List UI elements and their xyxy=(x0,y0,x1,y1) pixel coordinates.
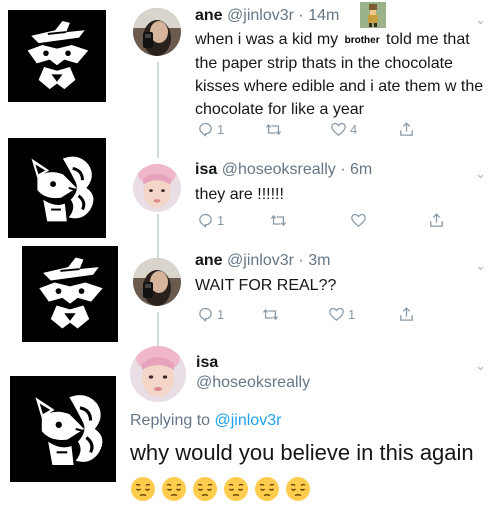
retweet-icon xyxy=(262,306,279,323)
like-button[interactable]: 4 xyxy=(330,121,357,138)
heart-icon xyxy=(328,306,345,323)
user-handle[interactable]: @jinlov3r xyxy=(227,7,294,24)
chevron-down-icon[interactable]: ⌄ xyxy=(475,358,486,374)
replying-to: Replying to @jinlov3r xyxy=(130,412,281,430)
thread-line xyxy=(157,62,159,158)
brother-badge: brother xyxy=(342,29,382,52)
masked-character-image xyxy=(22,246,118,342)
tweet-header: ane @jinlov3r · 3m xyxy=(195,252,330,270)
user-handle[interactable]: @hoseoksreally xyxy=(222,161,336,178)
chevron-down-icon[interactable]: ⌄ xyxy=(475,258,486,274)
avatar[interactable] xyxy=(133,258,181,306)
share-button[interactable] xyxy=(428,212,445,229)
share-icon xyxy=(398,306,415,323)
tweet-text: when i was a kid my brother told me that… xyxy=(195,28,495,121)
user-handle[interactable]: @jinlov3r xyxy=(227,252,294,269)
timestamp[interactable]: · 14m xyxy=(298,7,339,24)
chevron-down-icon[interactable]: ⌄ xyxy=(475,12,486,28)
share-icon xyxy=(428,212,445,229)
chevron-down-icon[interactable]: ⌄ xyxy=(475,166,486,182)
pensive-face-icon xyxy=(130,476,156,502)
pixel-sprite-image xyxy=(360,2,386,28)
retweet-icon xyxy=(270,212,287,229)
reply-icon xyxy=(197,306,214,323)
retweet-icon xyxy=(265,121,282,138)
like-button[interactable]: 1 xyxy=(328,306,355,323)
reply-button[interactable]: 1 xyxy=(197,121,224,138)
like-count: 4 xyxy=(350,122,358,137)
share-button[interactable] xyxy=(398,121,415,138)
retweet-button[interactable] xyxy=(265,121,282,138)
reply-count: 1 xyxy=(217,122,225,137)
tweet-text-part: when i was a kid my xyxy=(195,31,343,48)
timestamp[interactable]: · 3m xyxy=(298,252,330,269)
display-name-text: isa xyxy=(196,354,219,371)
avatar[interactable] xyxy=(133,8,181,56)
reply-icon xyxy=(197,121,214,138)
tweet-header: isa @hoseoksreally · 6m xyxy=(195,161,372,179)
reply-icon xyxy=(197,212,214,229)
pensive-face-icon xyxy=(192,476,218,502)
display-name[interactable]: ane xyxy=(195,252,223,269)
heart-icon xyxy=(350,212,367,229)
emoji-row xyxy=(130,476,311,502)
user-handle-text: @hoseoksreally xyxy=(196,374,311,391)
tweet-text: WAIT FOR REAL?? xyxy=(195,277,337,294)
thread-line xyxy=(157,214,159,260)
fox-character-image xyxy=(10,376,116,482)
heart-icon xyxy=(330,121,347,138)
display-name[interactable]: isa xyxy=(196,354,218,372)
pensive-face-icon xyxy=(161,476,187,502)
fox-character-image xyxy=(8,138,106,238)
display-name[interactable]: isa xyxy=(195,161,217,178)
avatar[interactable] xyxy=(133,164,181,212)
pensive-face-icon xyxy=(254,476,280,502)
reply-button[interactable]: 1 xyxy=(197,306,224,323)
user-handle[interactable]: @hoseoksreally xyxy=(196,374,310,392)
pensive-face-icon xyxy=(223,476,249,502)
replying-to-link[interactable]: @jinlov3r xyxy=(215,412,282,429)
retweet-button[interactable] xyxy=(270,212,287,229)
avatar[interactable] xyxy=(130,346,186,402)
share-button[interactable] xyxy=(398,306,415,323)
display-name[interactable]: ane xyxy=(195,7,223,24)
reply-button[interactable]: 1 xyxy=(197,212,224,229)
masked-character-image xyxy=(8,10,106,102)
timestamp[interactable]: · 6m xyxy=(340,161,372,178)
replying-to-label: Replying to xyxy=(130,412,215,429)
like-count: 1 xyxy=(348,307,356,322)
retweet-button[interactable] xyxy=(262,306,279,323)
reply-count: 1 xyxy=(217,307,225,322)
share-icon xyxy=(398,121,415,138)
pensive-face-icon xyxy=(285,476,311,502)
tweet-text: why would you believe in this again xyxy=(130,440,474,465)
tweet-text: they are !!!!!! xyxy=(195,186,284,203)
tweet-header: ane @jinlov3r · 14m xyxy=(195,7,339,25)
reply-count: 1 xyxy=(217,213,225,228)
like-button[interactable] xyxy=(350,212,367,229)
thread-line xyxy=(157,312,159,346)
